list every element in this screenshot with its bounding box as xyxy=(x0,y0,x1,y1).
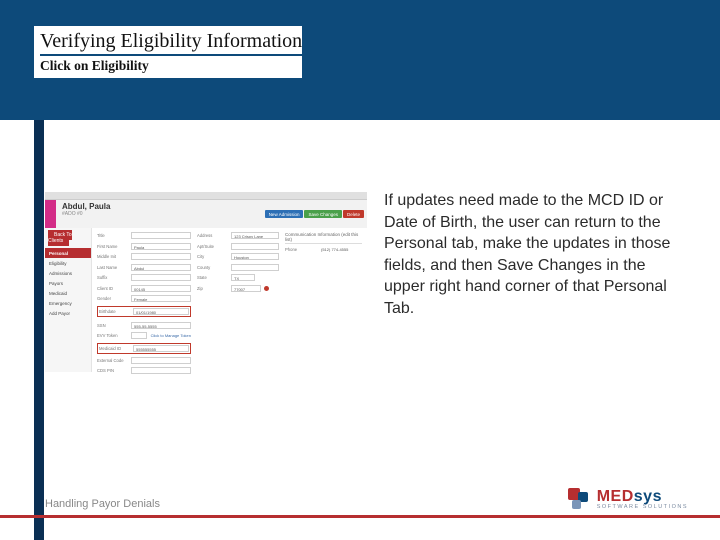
label-state: State xyxy=(197,275,231,280)
label-medicaid: Medicaid ID xyxy=(99,346,133,351)
label-external: External Code xyxy=(97,358,131,363)
field-title[interactable] xyxy=(131,232,191,239)
tab-eligibility[interactable]: Eligibility xyxy=(45,258,91,268)
label-last-name: Last Name xyxy=(97,265,131,270)
communication-section-header: Communication Information (edit this lis… xyxy=(285,232,362,244)
label-client-id: Client ID xyxy=(97,286,131,291)
birthdate-highlight-box: Birthdate01/01/1980 xyxy=(97,306,191,317)
new-admission-button[interactable]: New Admission xyxy=(265,210,304,218)
delete-button[interactable]: Delete xyxy=(343,210,364,218)
field-zip[interactable]: 77007 xyxy=(231,285,261,292)
tab-medicaid[interactable]: Medicaid xyxy=(45,288,91,298)
field-address[interactable]: 123 Crispy Lane xyxy=(231,232,279,239)
body-paragraph: If updates need made to the MCD ID or Da… xyxy=(384,190,688,320)
label-suffix: Suffix xyxy=(97,275,131,280)
field-apt[interactable] xyxy=(231,243,279,250)
field-medicaid[interactable]: 555555555 xyxy=(133,345,189,352)
logo: MEDsys SOFTWARE SOLUTIONS xyxy=(568,488,688,512)
patient-name-block: Abdul, Paula #ADO #0 xyxy=(56,200,265,228)
form-col-2: Address123 Crispy Lane Apt/Suite CityHou… xyxy=(197,232,279,378)
footer-divider xyxy=(0,515,720,518)
back-to-clients-button[interactable]: Back To Clients xyxy=(48,230,72,246)
label-cds: CDS PIN xyxy=(97,368,131,373)
back-row: Back To Clients xyxy=(45,230,91,248)
logo-text: MEDsys SOFTWARE SOLUTIONS xyxy=(597,489,688,511)
field-evv[interactable] xyxy=(131,332,147,339)
logo-main-a: MED xyxy=(597,488,634,505)
save-changes-button[interactable]: Save Changes xyxy=(304,210,342,218)
label-zip: Zip xyxy=(197,286,231,291)
label-first-name: First Name xyxy=(97,244,131,249)
tab-emergency[interactable]: Emergency xyxy=(45,298,91,308)
field-birthdate[interactable]: 01/01/1980 xyxy=(133,308,189,315)
field-city[interactable]: Houston xyxy=(231,253,279,260)
form-area: Title First NamePaula Middle Init Last N… xyxy=(91,228,367,372)
map-pin-icon[interactable] xyxy=(264,286,269,291)
footer-text: Handling Payor Denials xyxy=(45,498,160,510)
app-header-row: Abdul, Paula #ADO #0 New Admission Save … xyxy=(45,200,367,228)
patient-subid: #ADO #0 xyxy=(62,211,259,217)
field-client-id[interactable]: 00145 xyxy=(131,285,191,292)
label-apt: Apt/Suite xyxy=(197,244,231,249)
medicaid-highlight-box: Medicaid ID555555555 xyxy=(97,343,191,354)
tab-personal[interactable]: Personal xyxy=(45,248,91,258)
slide: Verifying Eligibility Information Click … xyxy=(0,0,720,540)
form-col-1: Title First NamePaula Middle Init Last N… xyxy=(97,232,191,378)
slide-subtitle: Click on Eligibility xyxy=(40,58,302,74)
slide-title: Verifying Eligibility Information xyxy=(40,30,302,56)
embedded-app-screenshot: Abdul, Paula #ADO #0 New Admission Save … xyxy=(45,192,367,372)
app-body: Back To Clients Personal Eligibility Adm… xyxy=(45,228,367,372)
header-buttons: New Admission Save Changes Delete xyxy=(265,200,367,228)
logo-subtext: SOFTWARE SOLUTIONS xyxy=(597,505,688,511)
form-col-3: Communication Information (edit this lis… xyxy=(285,232,362,378)
label-title: Title xyxy=(97,233,131,238)
field-state[interactable]: TX xyxy=(231,274,255,281)
left-column: Back To Clients Personal Eligibility Adm… xyxy=(45,228,91,372)
manage-token-link[interactable]: Click to Manage Token xyxy=(151,333,191,338)
label-address: Address xyxy=(197,233,231,238)
label-gender: Gender xyxy=(97,296,131,301)
field-external[interactable] xyxy=(131,357,191,364)
logo-mark-icon xyxy=(568,488,592,512)
patient-name: Abdul, Paula xyxy=(62,202,259,211)
field-suffix[interactable] xyxy=(131,274,191,281)
label-middle: Middle Init xyxy=(97,254,131,259)
tab-admissions[interactable]: Admissions xyxy=(45,268,91,278)
label-county: County xyxy=(197,265,231,270)
field-cds[interactable] xyxy=(131,367,191,374)
field-gender[interactable]: Female xyxy=(131,295,191,302)
tab-add-payor[interactable]: Add Payor xyxy=(45,308,91,318)
field-county[interactable] xyxy=(231,264,279,271)
label-evv: EVV Token xyxy=(97,333,131,338)
field-middle[interactable] xyxy=(131,253,191,260)
label-city: City xyxy=(197,254,231,259)
tab-payors[interactable]: Payors xyxy=(45,278,91,288)
field-phone: (512) 774-4555 xyxy=(319,246,362,253)
label-birthdate: Birthdate xyxy=(99,309,133,314)
field-last-name[interactable]: Abdul xyxy=(131,264,191,271)
gender-color-strip xyxy=(45,200,56,228)
logo-main-b: sys xyxy=(634,488,662,505)
label-ssn: SSN xyxy=(97,323,131,328)
header-block: Verifying Eligibility Information Click … xyxy=(34,26,302,78)
field-ssn[interactable]: 555-55-5555 xyxy=(131,322,191,329)
side-tabs: Personal Eligibility Admissions Payors M… xyxy=(45,248,91,318)
field-first-name[interactable]: Paula xyxy=(131,243,191,250)
app-top-thin-bar xyxy=(45,192,367,200)
label-phone: Phone xyxy=(285,247,319,252)
